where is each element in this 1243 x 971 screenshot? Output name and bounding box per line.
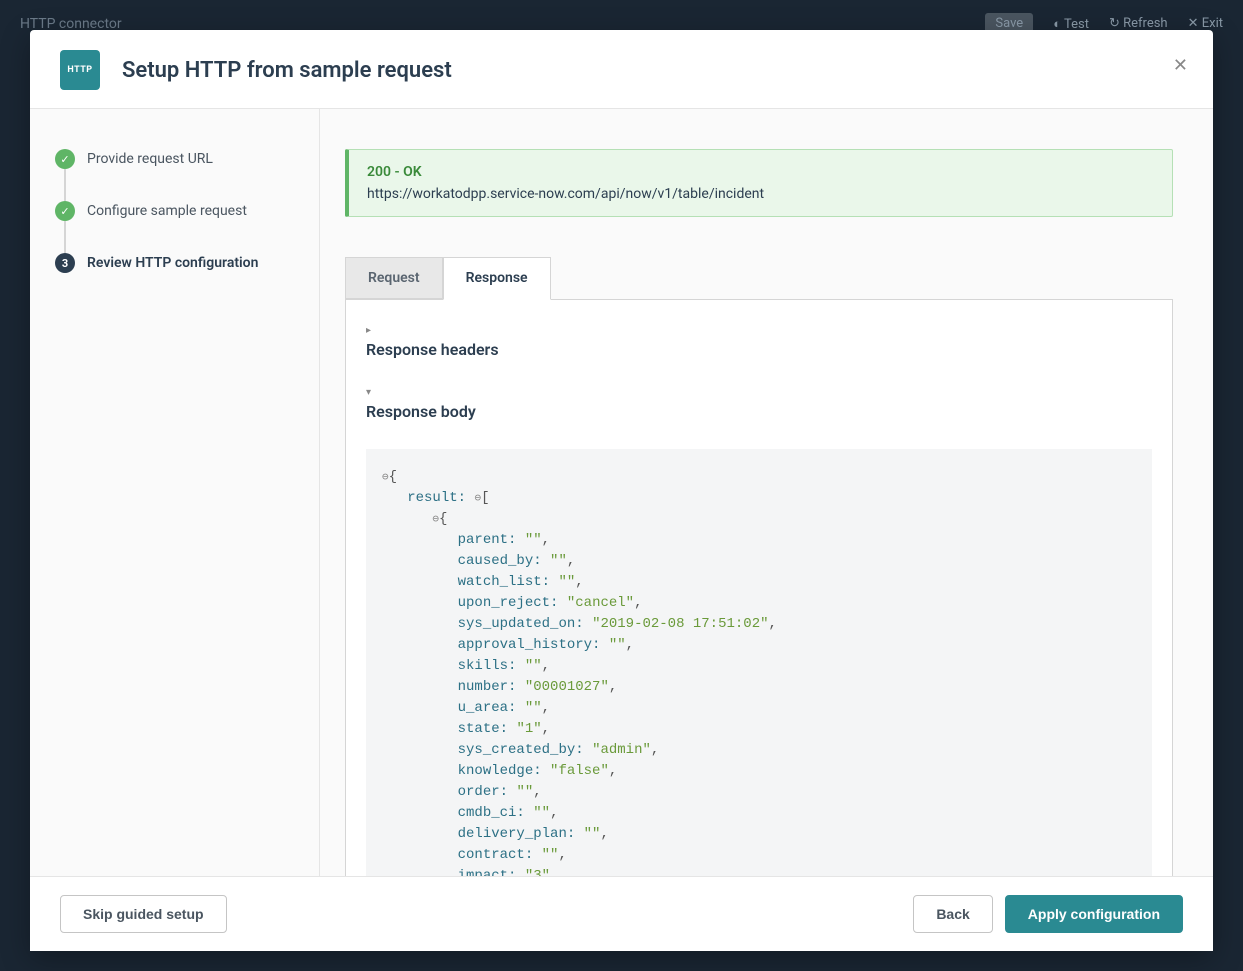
- apply-configuration-button[interactable]: Apply configuration: [1005, 895, 1183, 933]
- modal-header: HTTP Setup HTTP from sample request ✕: [30, 30, 1213, 109]
- step-label: Configure sample request: [87, 203, 247, 219]
- step-number-icon: 3: [55, 253, 75, 273]
- response-body-title: Response body: [366, 402, 1152, 421]
- step-1[interactable]: ✓ Provide request URL: [55, 149, 294, 169]
- tab-response[interactable]: Response: [443, 257, 551, 300]
- check-icon: ✓: [55, 201, 75, 221]
- http-badge-icon: HTTP: [60, 50, 100, 90]
- wizard-sidebar: ✓ Provide request URL ✓ Configure sample…: [30, 109, 320, 876]
- modal-title: Setup HTTP from sample request: [122, 58, 452, 83]
- check-icon: ✓: [55, 149, 75, 169]
- modal-footer: Skip guided setup Back Apply configurati…: [30, 876, 1213, 951]
- tab-panel: ▸ Response headers ▾ Response body ⊖{ re…: [345, 300, 1173, 876]
- skip-guided-setup-button[interactable]: Skip guided setup: [60, 895, 227, 933]
- main-content: 200 - OK https://workatodpp.service-now.…: [320, 109, 1213, 876]
- chevron-right-icon[interactable]: ▸: [366, 325, 1152, 336]
- status-banner: 200 - OK https://workatodpp.service-now.…: [345, 149, 1173, 217]
- step-label: Review HTTP configuration: [87, 255, 258, 271]
- step-connector: [64, 169, 66, 201]
- step-3[interactable]: 3 Review HTTP configuration: [55, 253, 294, 273]
- step-label: Provide request URL: [87, 151, 213, 167]
- json-viewer[interactable]: ⊖{ result: ⊖[ ⊖{ parent: "", caused_by: …: [366, 449, 1152, 876]
- back-button[interactable]: Back: [913, 895, 992, 933]
- status-code: 200 - OK: [367, 164, 1154, 180]
- close-icon[interactable]: ✕: [1173, 55, 1188, 76]
- exit-button[interactable]: ✕ Exit: [1188, 16, 1223, 31]
- refresh-button[interactable]: ↻ Refresh: [1109, 16, 1168, 31]
- step-2[interactable]: ✓ Configure sample request: [55, 201, 294, 221]
- step-connector: [64, 221, 66, 253]
- response-headers-title: Response headers: [366, 340, 1152, 359]
- chevron-down-icon[interactable]: ▾: [366, 387, 1152, 398]
- modal: HTTP Setup HTTP from sample request ✕ ✓ …: [30, 30, 1213, 951]
- tab-request[interactable]: Request: [345, 257, 443, 299]
- status-url: https://workatodpp.service-now.com/api/n…: [367, 186, 1154, 202]
- tabs: Request Response: [345, 257, 1173, 300]
